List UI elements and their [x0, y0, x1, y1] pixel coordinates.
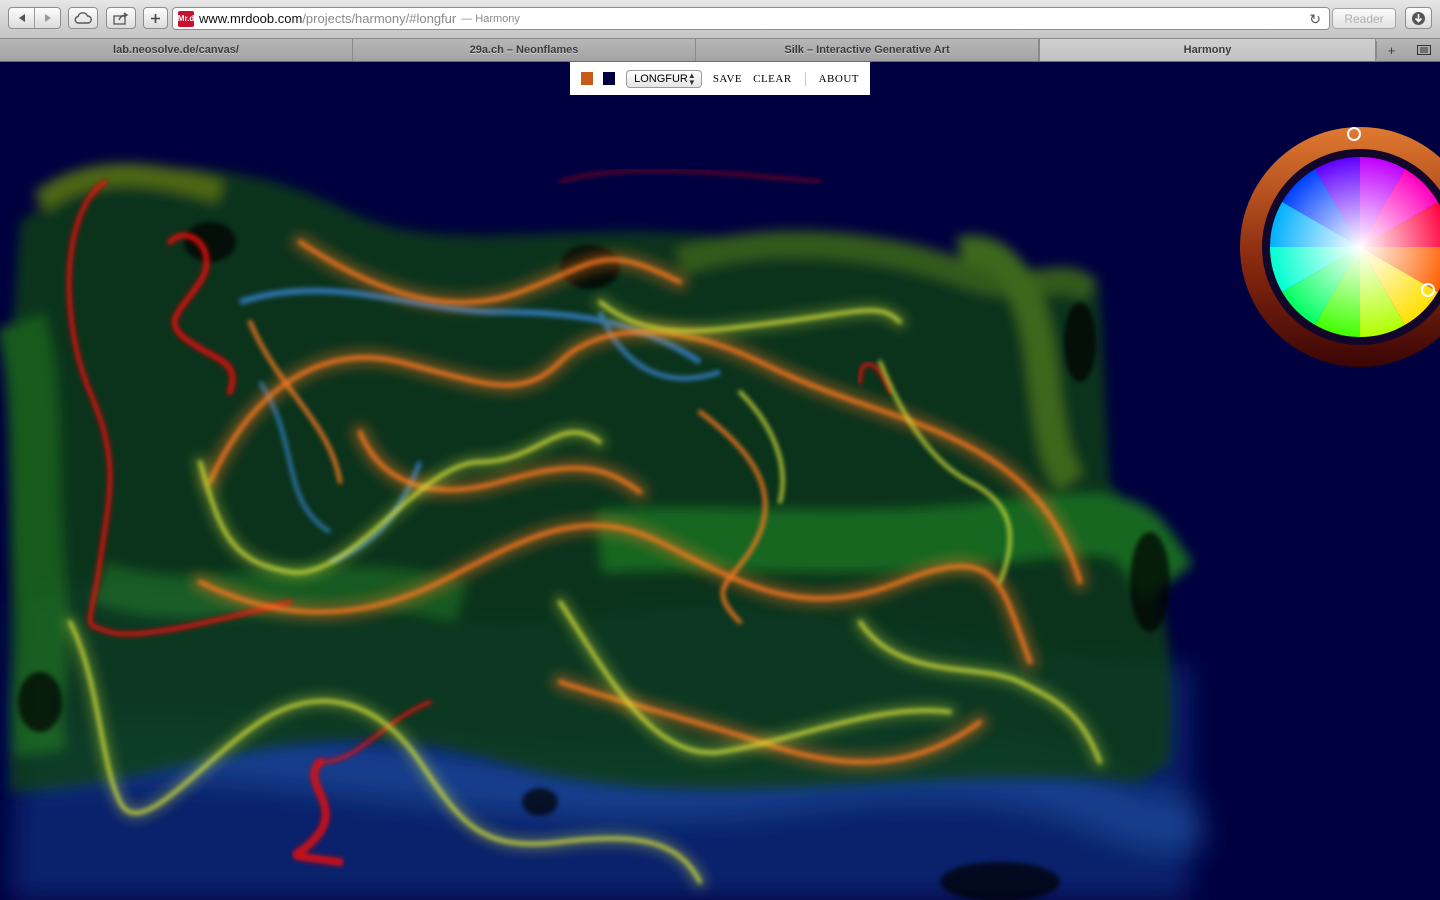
tab-silk[interactable]: Silk – Interactive Generative Art	[696, 39, 1039, 61]
select-arrows-icon: ▲ ▼	[687, 70, 696, 87]
forward-arrow-icon	[44, 14, 51, 22]
tab-label: Harmony	[1183, 44, 1232, 56]
harmony-page: LONGFUR ▲ ▼ SAVE CLEAR ABOUT	[0, 62, 1440, 900]
cloud-icon	[74, 12, 92, 24]
reload-icon[interactable]: ↻	[1309, 11, 1321, 28]
clear-button[interactable]: CLEAR	[753, 73, 792, 85]
background-color-swatch[interactable]	[602, 71, 617, 86]
tab-overview-button[interactable]	[1410, 41, 1438, 59]
downloads-button[interactable]	[1405, 7, 1432, 29]
back-arrow-icon	[18, 14, 25, 22]
add-tab-button[interactable]: +	[1376, 41, 1406, 59]
tab-label: lab.neosolve.de/canvas/	[113, 44, 239, 56]
about-button[interactable]: ABOUT	[819, 73, 859, 85]
brush-select[interactable]: LONGFUR ▲ ▼	[626, 69, 702, 88]
tab-label: Silk – Interactive Generative Art	[784, 44, 950, 56]
back-forward-group	[8, 7, 61, 29]
address-bar[interactable]: Mr.d www.mrdoob.com /projects/harmony/#l…	[172, 7, 1330, 30]
forward-button[interactable]	[35, 8, 60, 28]
download-icon	[1412, 11, 1425, 25]
url-host: www.mrdoob.com	[199, 11, 303, 26]
reader-button[interactable]: Reader	[1332, 8, 1396, 29]
plus-icon: +	[1387, 42, 1396, 58]
back-button[interactable]	[9, 8, 35, 28]
share-button[interactable]	[106, 7, 136, 29]
harmony-menu-bar: LONGFUR ▲ ▼ SAVE CLEAR ABOUT	[570, 62, 870, 95]
tab-harmony[interactable]: Harmony	[1039, 39, 1376, 61]
tab-neonflames[interactable]: 29a.ch – Neonflames	[353, 39, 696, 61]
url-page-title: — Harmony	[461, 12, 520, 25]
menu-separator	[804, 71, 806, 86]
icloud-tabs-button[interactable]	[68, 7, 98, 29]
url-path: /projects/harmony/#longfur	[302, 11, 457, 26]
drawing-canvas[interactable]	[0, 62, 1440, 900]
browser-toolbar: Mr.d www.mrdoob.com /projects/harmony/#l…	[0, 0, 1440, 39]
save-button[interactable]: SAVE	[713, 73, 742, 85]
tab-bar: lab.neosolve.de/canvas/ 29a.ch – Neonfla…	[0, 39, 1440, 62]
brush-select-value: LONGFUR	[634, 72, 688, 85]
tab-neosolve[interactable]: lab.neosolve.de/canvas/	[0, 39, 353, 61]
foreground-color-swatch[interactable]	[580, 71, 595, 86]
new-tab-button[interactable]	[143, 7, 168, 29]
share-icon	[113, 11, 129, 25]
tab-label: 29a.ch – Neonflames	[469, 44, 579, 56]
plus-icon	[151, 13, 160, 23]
site-favicon: Mr.d	[178, 10, 194, 27]
tab-list-icon	[1417, 45, 1431, 55]
color-wheel-picker[interactable]	[1240, 127, 1440, 367]
